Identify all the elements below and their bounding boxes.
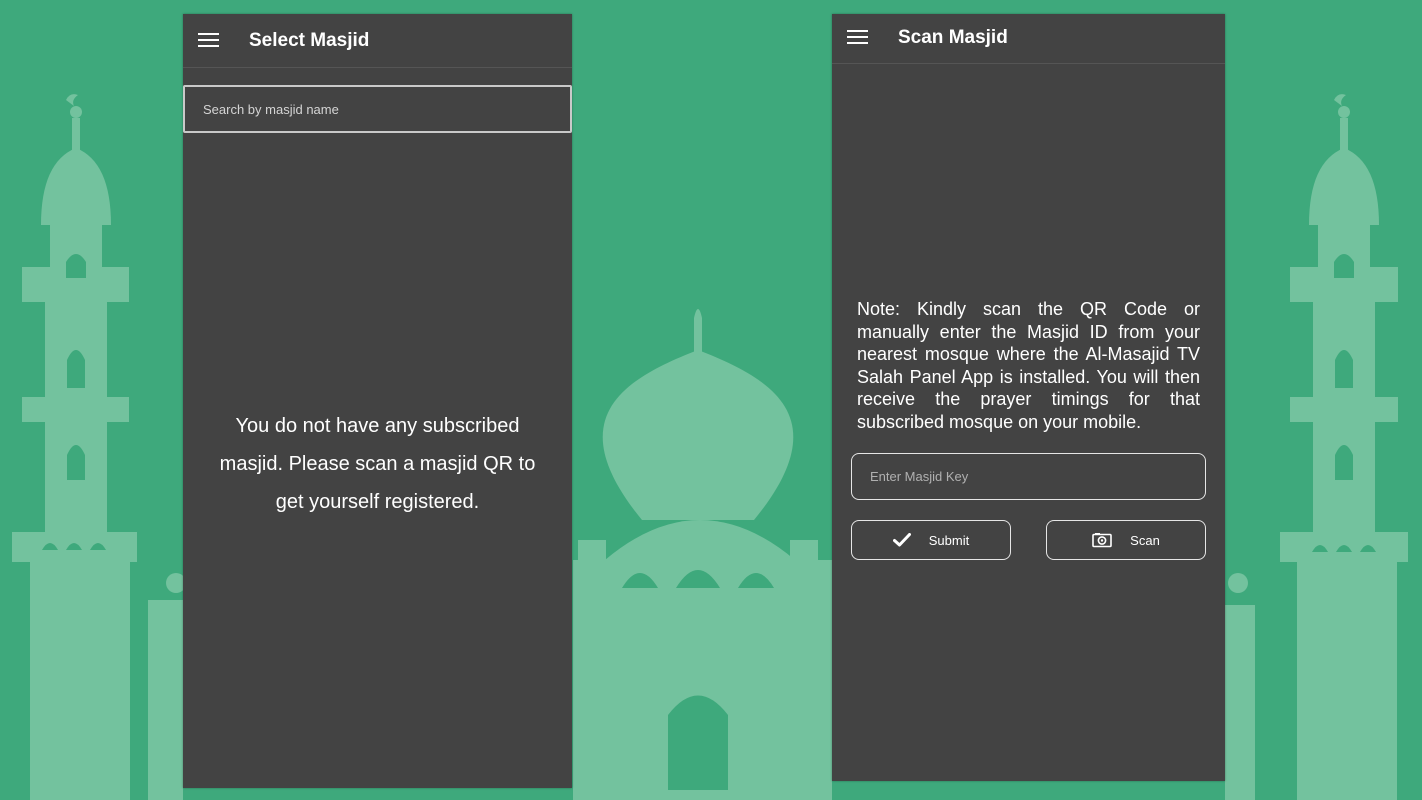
search-box[interactable] — [183, 85, 572, 133]
scan-label: Scan — [1130, 532, 1160, 548]
page-title: Scan Masjid — [898, 27, 1008, 48]
camera-icon — [1092, 532, 1112, 548]
empty-state-message: You do not have any subscribed masjid. P… — [219, 415, 536, 513]
select-masjid-screen: Select Masjid You do not have any subscr… — [183, 14, 572, 788]
left-minaret — [12, 94, 186, 800]
masjid-key-box[interactable] — [851, 453, 1206, 500]
masjid-key-input[interactable] — [852, 454, 1205, 499]
scan-button[interactable]: Scan — [1046, 520, 1206, 560]
app-bar: Select Masjid — [183, 14, 572, 68]
app-bar: Scan Masjid — [832, 14, 1225, 64]
right-minaret — [1225, 94, 1408, 800]
checkmark-icon — [892, 533, 911, 547]
search-input[interactable] — [185, 87, 570, 131]
submit-button[interactable]: Submit — [851, 520, 1011, 560]
scan-masjid-screen: Scan Masjid Note: Kindly scan the QR Cod… — [832, 14, 1225, 781]
hamburger-menu-icon[interactable] — [198, 33, 219, 47]
page-title: Select Masjid — [249, 30, 370, 51]
hamburger-menu-icon[interactable] — [847, 30, 868, 44]
submit-label: Submit — [928, 532, 970, 548]
instruction-note: Note: Kindly scan the QR Code or manuall… — [857, 299, 1200, 432]
